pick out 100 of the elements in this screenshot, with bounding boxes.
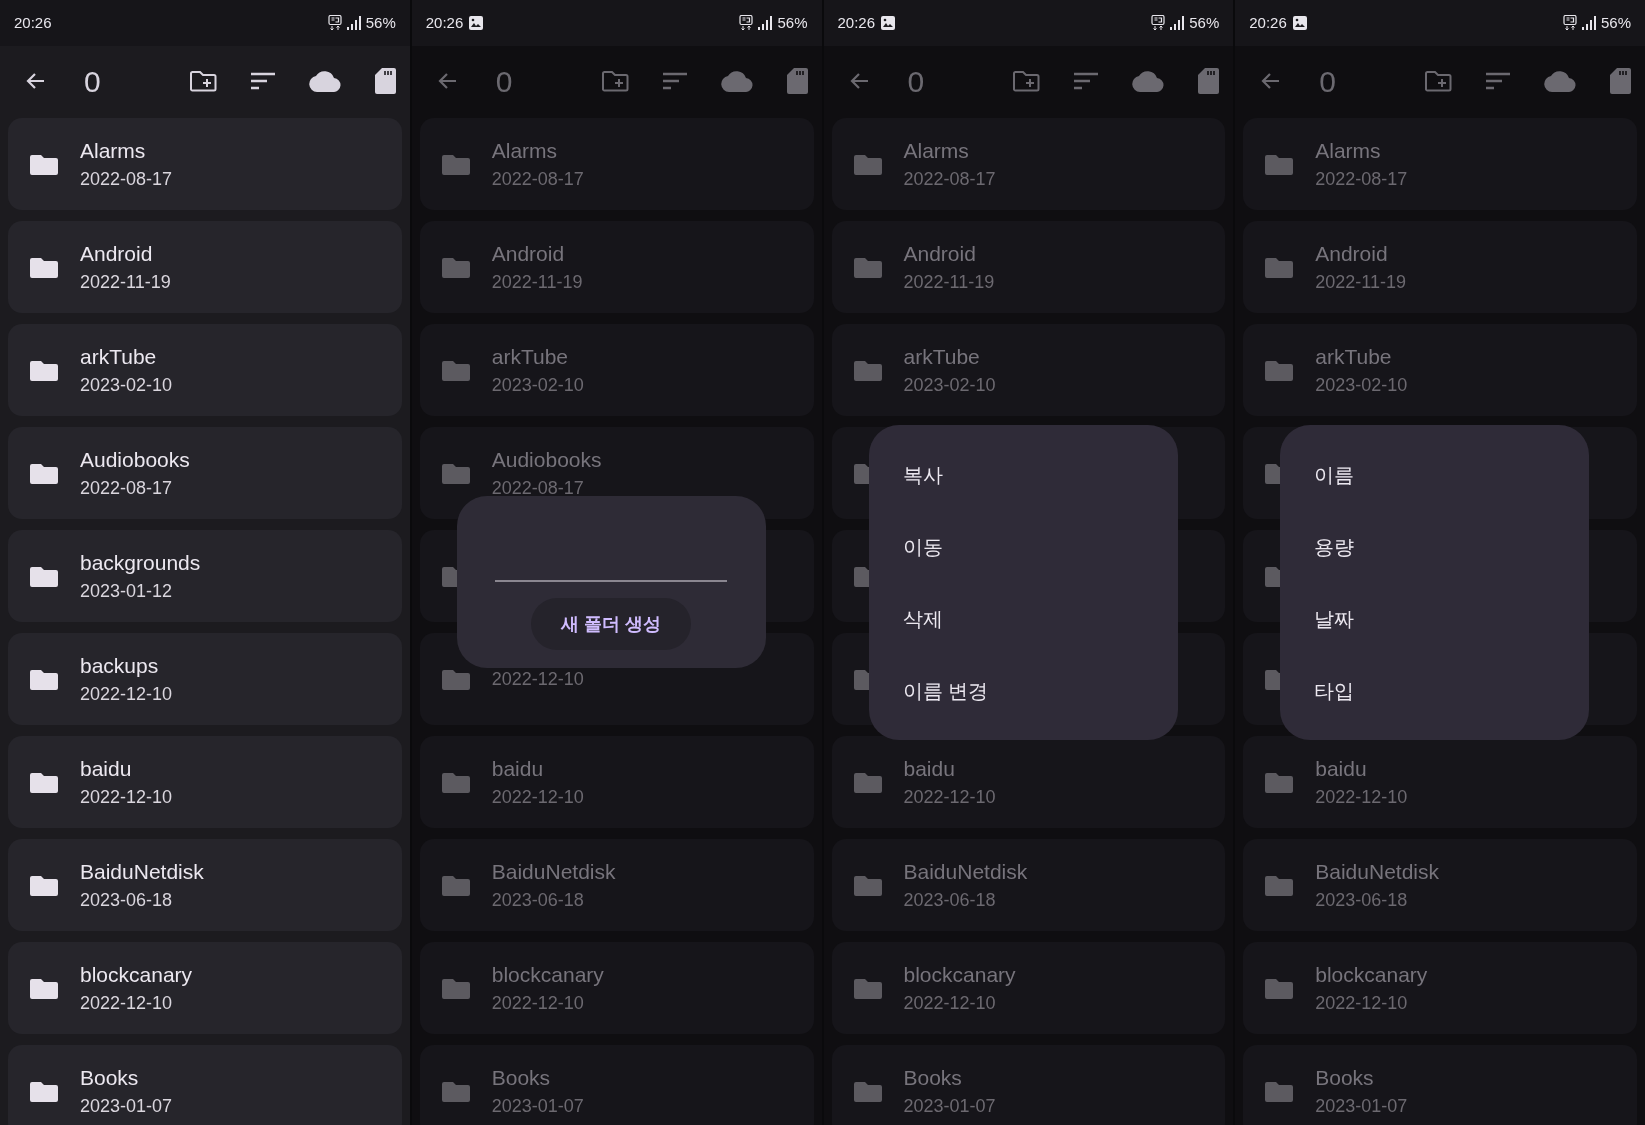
folder-row[interactable]: Books 2023-01-07 <box>8 1045 402 1125</box>
folder-name: BaiduNetdisk <box>491 859 616 885</box>
folder-row[interactable]: Books 2023-01-07 <box>831 1045 1226 1125</box>
folder-row[interactable]: blockcanary 2022-12-10 <box>1243 942 1637 1034</box>
folder-name: Books <box>1315 1065 1375 1091</box>
folder-date: 2022-12-10 <box>1315 992 1409 1014</box>
selection-count: 0 <box>1319 63 1336 100</box>
folder-date: 2023-02-10 <box>903 374 996 396</box>
folder-name: Alarms <box>80 138 147 164</box>
folder-row[interactable]: BaiduNetdisk 2023-06-18 <box>1243 839 1637 931</box>
folder-name: Alarms <box>1315 138 1382 164</box>
folder-row[interactable]: baidu 2022-12-10 <box>8 736 402 828</box>
folder-date: 2022-08-17 <box>80 477 174 499</box>
folder-name: Books <box>80 1065 140 1091</box>
signal-icon <box>346 16 361 30</box>
folder-date: 2022-12-10 <box>491 786 584 808</box>
folder-row[interactable]: Books 2023-01-07 <box>1243 1045 1637 1125</box>
folder-row[interactable]: Books 2023-01-07 <box>419 1045 814 1125</box>
folder-row[interactable]: Android 2022-11-19 <box>419 221 814 313</box>
folder-date: 2022-12-10 <box>1315 786 1408 808</box>
folder-name: Alarms <box>903 138 970 164</box>
folder-name: Audiobooks <box>491 447 602 473</box>
folder-name: blockcanary <box>80 962 193 988</box>
network-icon <box>1151 15 1166 31</box>
network-icon <box>739 15 754 31</box>
folder-row[interactable]: Alarms 2022-08-17 <box>419 118 814 210</box>
folder-date: 2022-12-10 <box>80 786 173 808</box>
menu-item[interactable]: 이동 <box>868 511 1178 583</box>
cloud-icon[interactable] <box>308 70 341 92</box>
folder-row[interactable]: BaiduNetdisk 2023-06-18 <box>831 839 1226 931</box>
folder-row[interactable]: blockcanary 2022-12-10 <box>831 942 1226 1034</box>
menu-item[interactable]: 복사 <box>868 439 1178 511</box>
menu-item[interactable]: 이름 변경 <box>868 655 1178 727</box>
battery-level: 56% <box>777 12 808 33</box>
folder-row[interactable]: Android 2022-11-19 <box>831 221 1226 313</box>
folder-row[interactable]: Android 2022-11-19 <box>1243 221 1637 313</box>
folder-row[interactable]: baidu 2022-12-10 <box>831 736 1226 828</box>
folder-row[interactable]: arkTube 2023-02-10 <box>419 324 814 416</box>
folder-row[interactable]: arkTube 2023-02-10 <box>1243 324 1637 416</box>
folder-date: 2022-08-17 <box>80 168 173 190</box>
folder-row[interactable]: arkTube 2023-02-10 <box>8 324 402 416</box>
folder-name: blockcanary <box>491 962 604 988</box>
folder-name: BaiduNetdisk <box>1315 859 1439 885</box>
folder-date: 2022-12-10 <box>903 992 997 1014</box>
menu-item[interactable]: 타입 <box>1280 655 1590 727</box>
folder-row[interactable]: baidu 2022-12-10 <box>1243 736 1637 828</box>
menu-item[interactable]: 날짜 <box>1280 583 1590 655</box>
folder-row[interactable]: Android 2022-11-19 <box>8 221 402 313</box>
battery-level: 56% <box>365 12 396 33</box>
folder-date: 2022-11-19 <box>80 271 171 293</box>
folder-name: baidu <box>491 756 545 782</box>
folder-date: 2023-06-18 <box>903 889 997 911</box>
network-icon <box>1562 15 1577 31</box>
folder-row[interactable]: BaiduNetdisk 2023-06-18 <box>8 839 402 931</box>
selection-count: 0 <box>84 63 101 100</box>
folder-date: 2023-06-18 <box>491 889 585 911</box>
folder-date: 2022-12-10 <box>491 992 585 1014</box>
folder-name: BaiduNetdisk <box>80 859 204 885</box>
menu-item[interactable]: 용량 <box>1280 511 1590 583</box>
menu-item[interactable]: 이름 <box>1280 439 1590 511</box>
battery-level: 56% <box>1600 12 1631 33</box>
create-folder-button[interactable]: 새 폴더 생성 <box>531 598 692 650</box>
folder-date: 2022-12-10 <box>903 786 996 808</box>
folder-date: 2023-02-10 <box>1315 374 1408 396</box>
selection-count: 0 <box>495 63 513 100</box>
folder-row[interactable]: Alarms 2022-08-17 <box>1243 118 1637 210</box>
folder-name: baidu <box>80 756 133 782</box>
folder-date: 2023-02-10 <box>491 374 584 396</box>
selection-count: 0 <box>907 63 925 100</box>
folder-row[interactable]: blockcanary 2022-12-10 <box>419 942 814 1034</box>
folder-date: 2023-01-07 <box>1315 1095 1408 1117</box>
folder-row[interactable]: backups 2022-12-10 <box>8 633 402 725</box>
folder-name: Android <box>491 241 566 267</box>
folder-row[interactable]: arkTube 2023-02-10 <box>831 324 1226 416</box>
folder-name: Alarms <box>491 138 559 164</box>
folder-name: backups <box>80 653 160 679</box>
folder-name: Audiobooks <box>80 447 190 473</box>
folder-row[interactable]: baidu 2022-12-10 <box>419 736 814 828</box>
folder-row[interactable]: backgrounds 2023-01-12 <box>8 530 402 622</box>
image-icon <box>469 16 484 30</box>
folder-name: Books <box>903 1065 963 1091</box>
menu-item[interactable]: 삭제 <box>868 583 1178 655</box>
folder-date: 2022-08-17 <box>491 168 584 190</box>
folder-row[interactable]: BaiduNetdisk 2023-06-18 <box>419 839 814 931</box>
folder-row[interactable]: Alarms 2022-08-17 <box>831 118 1226 210</box>
folder-date: 2023-01-07 <box>491 1095 584 1117</box>
sd-card-icon[interactable] <box>374 68 396 94</box>
signal-icon <box>1170 16 1185 30</box>
folder-name: blockcanary <box>903 962 1016 988</box>
status-time: 20:26 <box>14 12 52 33</box>
folder-date: 2023-01-12 <box>80 580 174 602</box>
folder-row[interactable]: Alarms 2022-08-17 <box>8 118 402 210</box>
folder-row[interactable]: Audiobooks 2022-08-17 <box>8 427 402 519</box>
folder-row[interactable]: blockcanary 2022-12-10 <box>8 942 402 1034</box>
folder-name: backgrounds <box>80 550 201 576</box>
folder-date: 2022-08-17 <box>1315 168 1408 190</box>
folder-name: arkTube <box>1315 344 1393 370</box>
network-icon <box>327 15 342 31</box>
folder-date: 2022-12-10 <box>80 683 173 705</box>
signal-icon <box>758 16 773 30</box>
